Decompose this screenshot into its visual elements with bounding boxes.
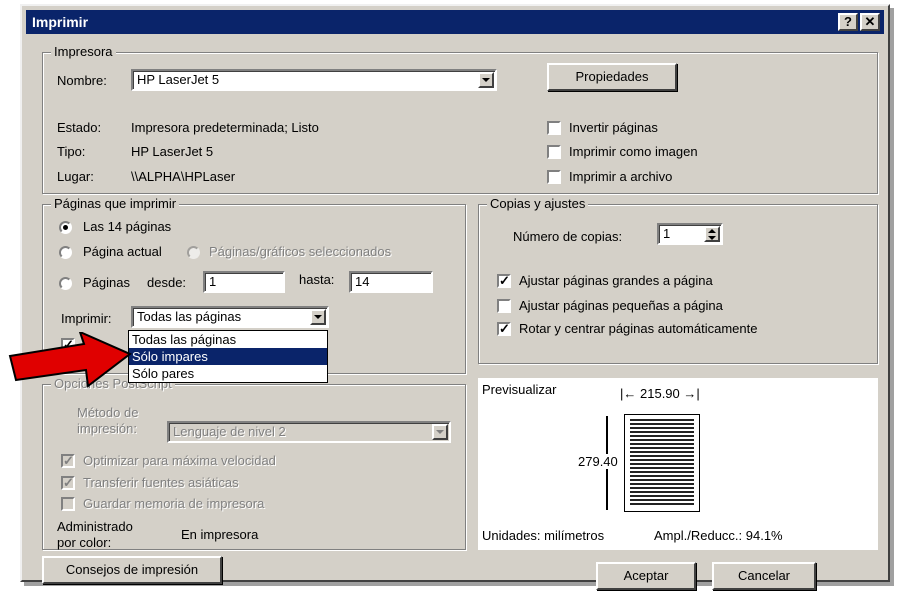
preview-label: Previsualizar	[482, 382, 557, 397]
transfer-fonts-checkbox[interactable]: ✓	[61, 476, 75, 490]
to-label: hasta:	[299, 272, 335, 287]
printer-group: Impresora Nombre: HP LaserJet 5 Propieda…	[42, 44, 878, 194]
fit-large-checkbox[interactable]: ✓	[497, 274, 511, 288]
print-label: Imprimir:	[61, 311, 112, 326]
properties-button[interactable]: Propiedades	[547, 63, 677, 91]
selected-pages-label: Páginas/gráficos seleccionados	[209, 244, 392, 259]
option-odd-only[interactable]: Sólo impares	[129, 348, 327, 365]
help-button[interactable]: ?	[838, 13, 858, 31]
method-label-1: Método de	[77, 405, 139, 420]
cancel-button[interactable]: Cancelar	[712, 562, 816, 590]
close-button[interactable]: ✕	[860, 13, 880, 31]
print-select-value: Todas las páginas	[137, 309, 242, 324]
printer-name-select[interactable]: HP LaserJet 5	[131, 69, 497, 91]
location-value: \\ALPHA\HPLaser	[131, 169, 236, 184]
save-memory-label: Guardar memoria de impresora	[83, 496, 265, 511]
print-as-image-label: Imprimir como imagen	[569, 144, 698, 159]
dialog-title: Imprimir	[32, 14, 89, 30]
location-label: Lugar:	[57, 169, 94, 184]
status-value: Impresora predeterminada; Listo	[131, 120, 319, 135]
width-dimension: |← 215.90 →|	[620, 386, 700, 401]
chevron-down-icon	[482, 78, 490, 82]
invert-pages-checkbox[interactable]	[547, 121, 561, 135]
to-input[interactable]: 14	[349, 271, 433, 293]
postscript-group: Opciones PostScript Método de impresión:…	[42, 376, 466, 550]
print-dropdown-button[interactable]	[310, 309, 326, 325]
rotate-center-checkbox[interactable]: ✓	[497, 322, 511, 336]
units-label: Unidades: milímetros	[482, 528, 605, 543]
page-thumbnail	[624, 414, 700, 512]
color-managed-value: En impresora	[181, 527, 259, 542]
save-memory-checkbox[interactable]	[61, 497, 75, 511]
copies-legend: Copias y ajustes	[487, 196, 589, 212]
from-input[interactable]: 1	[203, 271, 285, 293]
preview-panel: Previsualizar |← 215.90 →| 279.40 Unidad…	[478, 378, 878, 550]
fit-small-label: Ajustar páginas pequeñas a página	[519, 298, 723, 313]
method-dropdown-button[interactable]	[432, 424, 448, 440]
type-label: Tipo:	[57, 144, 86, 159]
method-label-2: impresión:	[77, 421, 137, 436]
page-thumbnail-text	[630, 419, 694, 507]
method-select[interactable]: Lenguaje de nivel 2	[167, 421, 451, 443]
color-managed-label-1: Administrado	[57, 519, 133, 534]
rotate-center-label: Rotar y centrar páginas automáticamente	[519, 321, 758, 336]
printer-dropdown-button[interactable]	[478, 72, 494, 88]
printer-legend: Impresora	[51, 44, 116, 60]
height-value: 279.40	[578, 454, 618, 469]
num-copies-spinner[interactable]: 1	[657, 223, 723, 245]
chevron-down-icon	[436, 430, 444, 434]
optimize-checkbox[interactable]: ✓	[61, 454, 75, 468]
copies-group: Copias y ajustes Número de copias: 1 ✓ A…	[478, 196, 878, 364]
print-options-list[interactable]: Todas las páginas Sólo impares Sólo pare…	[128, 330, 328, 383]
selected-pages-radio[interactable]	[187, 246, 200, 259]
print-tips-button[interactable]: Consejos de impresión	[42, 556, 222, 584]
pages-legend: Páginas que imprimir	[51, 196, 180, 212]
chevron-down-icon	[314, 315, 322, 319]
printer-name-value: HP LaserJet 5	[137, 72, 220, 87]
chevron-up-icon	[708, 228, 716, 233]
num-copies-label: Número de copias:	[513, 229, 623, 244]
current-page-label: Página actual	[83, 244, 162, 259]
all-pages-radio[interactable]	[59, 221, 72, 234]
printer-name-label: Nombre:	[57, 73, 107, 88]
title-bar: Imprimir ? ✕	[26, 10, 884, 34]
current-page-radio[interactable]	[59, 246, 72, 259]
all-pages-label: Las 14 páginas	[83, 219, 172, 234]
num-copies-value: 1	[663, 226, 671, 241]
type-value: HP LaserJet 5	[131, 144, 214, 159]
invert-pages-label: Invertir páginas	[569, 120, 658, 135]
option-all-pages[interactable]: Todas las páginas	[129, 331, 327, 348]
status-label: Estado:	[57, 120, 102, 135]
fit-large-label: Ajustar páginas grandes a página	[519, 273, 713, 288]
fit-small-checkbox[interactable]	[497, 299, 511, 313]
from-label: desde:	[147, 275, 187, 290]
print-dialog: Imprimir ? ✕ Impresora Nombre: HP LaserJ…	[20, 4, 890, 590]
method-value: Lenguaje de nivel 2	[173, 424, 286, 439]
page-range-label: Páginas	[83, 275, 130, 290]
option-even-only[interactable]: Sólo pares	[129, 365, 327, 382]
print-as-image-checkbox[interactable]	[547, 145, 561, 159]
width-value: 215.90	[640, 386, 680, 401]
chevron-down-icon	[708, 235, 716, 240]
transfer-fonts-label: Transferir fuentes asiáticas	[83, 475, 239, 490]
copies-spin-buttons[interactable]	[704, 226, 720, 242]
print-select[interactable]: Todas las páginas	[131, 306, 329, 328]
accept-button[interactable]: Aceptar	[596, 562, 696, 590]
zoom-label: Ampl./Reducc.: 94.1%	[654, 528, 783, 543]
optimize-label: Optimizar para máxima velocidad	[83, 453, 276, 468]
page-range-radio[interactable]	[59, 277, 72, 290]
color-managed-label-2: por color:	[57, 535, 112, 550]
annotation-arrow-icon	[8, 332, 132, 388]
print-to-file-label: Imprimir a archivo	[569, 169, 673, 184]
print-to-file-checkbox[interactable]	[547, 170, 561, 184]
